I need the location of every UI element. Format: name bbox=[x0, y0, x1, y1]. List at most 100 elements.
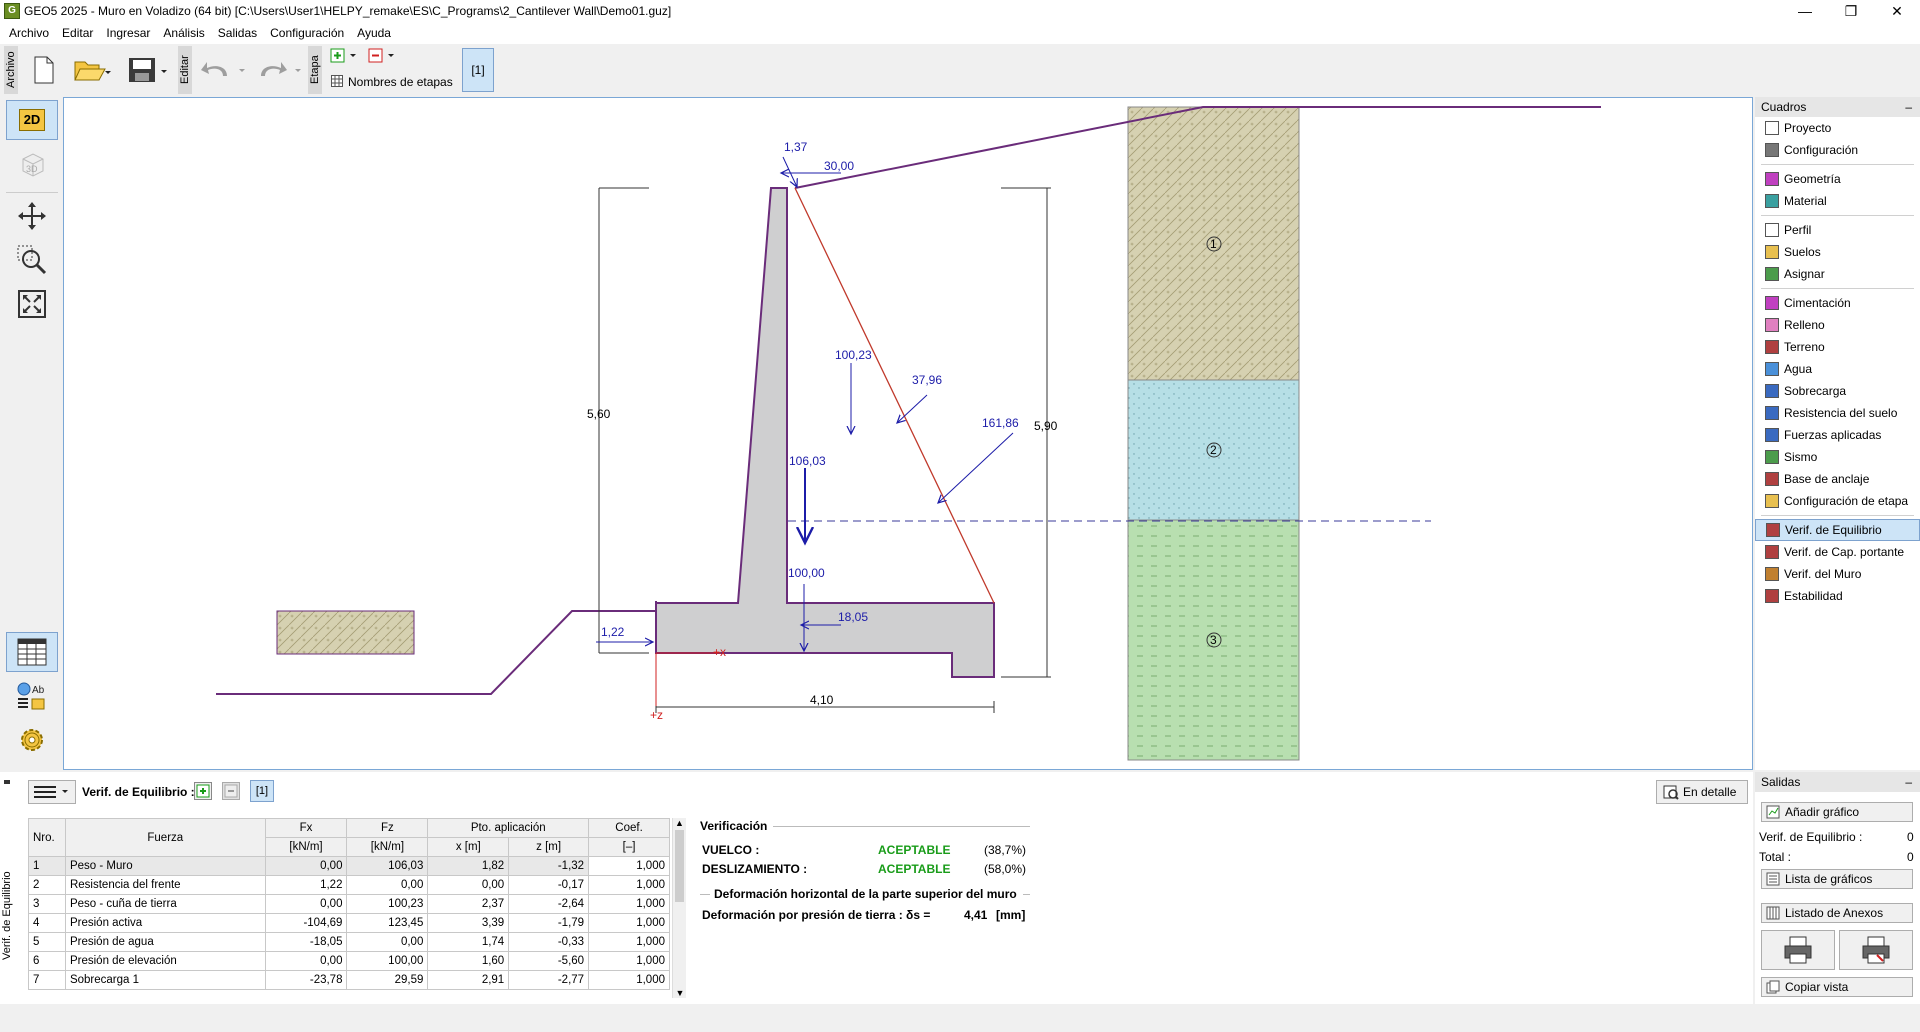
frame-item-equilibrium[interactable]: Verif. de Equilibrio bbox=[1755, 519, 1920, 541]
frame-item-material[interactable]: Material bbox=[1755, 190, 1920, 212]
water-icon bbox=[1765, 362, 1779, 376]
table-row[interactable]: 5 Presión de agua -18,05 0,00 1,74 -0,33 1,000 bbox=[28, 932, 670, 952]
frame-item-resistance[interactable]: Resistencia del suelo bbox=[1755, 402, 1920, 424]
frame-item-water[interactable]: Agua bbox=[1755, 358, 1920, 380]
print-button[interactable] bbox=[1761, 930, 1835, 970]
row-fz: 0,00 bbox=[346, 875, 429, 895]
annex-list-button[interactable]: Listado de Anexos bbox=[1761, 903, 1913, 923]
menu-ingresar[interactable]: Ingresar bbox=[101, 26, 155, 40]
add-graph-button[interactable]: Añadir gráfico bbox=[1761, 802, 1913, 822]
table-row[interactable]: 3 Peso - cuña de tierra 0,00 100,23 2,37 -2,6… bbox=[28, 894, 670, 914]
list-menu-button[interactable] bbox=[28, 780, 76, 804]
menu-ayuda[interactable]: Ayuda bbox=[352, 26, 396, 40]
frame-item-label: Estabilidad bbox=[1784, 589, 1843, 603]
frame-item-bearing[interactable]: Verif. de Cap. portante bbox=[1755, 541, 1920, 563]
outputs-collapse-button[interactable]: – bbox=[1905, 772, 1912, 792]
legend-style-button[interactable]: Ab bbox=[6, 676, 58, 716]
scroll-thumb[interactable] bbox=[675, 830, 684, 902]
verification-summary: Verificación VUELCO : ACEPTABLE (38,7%) … bbox=[700, 818, 1030, 978]
row-coef[interactable]: 1,000 bbox=[588, 894, 670, 914]
col-nro[interactable]: Nro. bbox=[28, 818, 66, 857]
view-2d-button[interactable]: 2D bbox=[6, 100, 58, 140]
copy-view-button[interactable]: Copiar vista bbox=[1761, 977, 1913, 997]
row-coef[interactable]: 1,000 bbox=[588, 970, 670, 990]
frame-item-label: Terreno bbox=[1784, 340, 1825, 354]
frames-collapse-button[interactable]: – bbox=[1905, 97, 1912, 117]
close-button[interactable]: ✕ bbox=[1874, 0, 1920, 22]
row-coef[interactable]: 1,000 bbox=[588, 951, 670, 971]
frame-item-surcharge[interactable]: Sobrecarga bbox=[1755, 380, 1920, 402]
frame-item-terrain[interactable]: Terreno bbox=[1755, 336, 1920, 358]
deformation-value: 4,41 bbox=[964, 908, 988, 922]
menu-configuracion[interactable]: Configuración bbox=[265, 26, 349, 40]
remove-check-button[interactable] bbox=[222, 782, 240, 800]
undo-icon[interactable] bbox=[200, 56, 250, 84]
foundation-icon bbox=[1765, 296, 1779, 310]
menu-analisis[interactable]: Análisis bbox=[158, 26, 209, 40]
frame-item-profile[interactable]: Perfil bbox=[1755, 219, 1920, 241]
etapa-group-label: Etapa bbox=[308, 46, 322, 94]
row-nro: 1 bbox=[28, 856, 66, 876]
frame-item-label: Perfil bbox=[1784, 223, 1812, 237]
dim-height-left: 5,60 bbox=[587, 407, 611, 421]
new-file-icon[interactable] bbox=[30, 54, 58, 86]
table-view-button[interactable] bbox=[6, 632, 58, 672]
row-x: 2,37 bbox=[427, 894, 510, 914]
table-row[interactable]: 6 Presión de elevación 0,00 100,00 1,60 -5,60… bbox=[28, 951, 670, 971]
frame-item-stability[interactable]: Estabilidad bbox=[1755, 585, 1920, 607]
row-coef[interactable]: 1,000 bbox=[588, 913, 670, 933]
outputs-panel: Salidas – Añadir gráfico Verif. de Equil… bbox=[1755, 772, 1920, 1004]
row-z: -5,60 bbox=[508, 951, 590, 971]
frame-item-wall-check[interactable]: Verif. del Muro bbox=[1755, 563, 1920, 585]
frame-item-foundation[interactable]: Cimentación bbox=[1755, 292, 1920, 314]
redo-icon[interactable] bbox=[256, 56, 306, 84]
view-3d-button[interactable]: 3D bbox=[6, 144, 58, 184]
frame-item-assign[interactable]: Asignar bbox=[1755, 263, 1920, 285]
table-row[interactable]: 7 Sobrecarga 1 -23,78 29,59 2,91 -2,77 1,000 bbox=[28, 970, 670, 990]
scroll-down-icon[interactable]: ▼ bbox=[673, 988, 687, 998]
frame-item-soils[interactable]: Suelos bbox=[1755, 241, 1920, 263]
table-row[interactable]: 1 Peso - Muro 0,00 106,03 1,82 -1,32 1,000 bbox=[28, 856, 670, 876]
table-row[interactable]: 2 Resistencia del frente 1,22 0,00 0,00 -0,17… bbox=[28, 875, 670, 895]
window-title: GEO5 2025 - Muro en Voladizo (64 bit) [C… bbox=[24, 4, 672, 18]
save-file-icon[interactable] bbox=[126, 54, 170, 86]
frame-item-gear[interactable]: Configuración bbox=[1755, 139, 1920, 161]
menu-archivo[interactable]: Archivo bbox=[4, 26, 54, 40]
check-stage-tag[interactable]: [1] bbox=[250, 780, 274, 802]
settings-gear-button[interactable] bbox=[6, 720, 58, 760]
stage-config-icon bbox=[1765, 494, 1779, 508]
frame-item-backfill[interactable]: Relleno bbox=[1755, 314, 1920, 336]
remove-stage-icon[interactable] bbox=[368, 48, 398, 64]
menu-editar[interactable]: Editar bbox=[57, 26, 98, 40]
row-coef[interactable]: 1,000 bbox=[588, 856, 670, 876]
frame-item-stage-config[interactable]: Configuración de etapa bbox=[1755, 490, 1920, 512]
table-row[interactable]: 4 Presión activa -104,69 123,45 3,39 -1,79 1,0… bbox=[28, 913, 670, 933]
frame-item-anchor[interactable]: Base de anclaje bbox=[1755, 468, 1920, 490]
print-pdf-button[interactable] bbox=[1839, 930, 1913, 970]
frame-item-earthquake[interactable]: Sismo bbox=[1755, 446, 1920, 468]
stage-names-label[interactable]: Nombres de etapas bbox=[348, 75, 453, 89]
minimize-button[interactable]: — bbox=[1782, 0, 1828, 22]
add-check-button[interactable] bbox=[194, 782, 212, 800]
row-coef[interactable]: 1,000 bbox=[588, 875, 670, 895]
anchor-icon bbox=[1765, 472, 1779, 486]
frame-item-forces[interactable]: Fuerzas aplicadas bbox=[1755, 424, 1920, 446]
drawing-canvas[interactable]: 1 2 3 5,60 5,90 4,10 +x +z 1,37 30,00 10… bbox=[63, 97, 1753, 770]
earth-wedge-line bbox=[794, 187, 995, 604]
stage-1-button[interactable]: [1] bbox=[462, 48, 494, 92]
graph-list-button[interactable]: Lista de gráficos bbox=[1761, 869, 1913, 889]
verification-title: Verificación bbox=[700, 819, 768, 833]
add-stage-icon[interactable] bbox=[330, 48, 360, 64]
menu-salidas[interactable]: Salidas bbox=[213, 26, 262, 40]
restore-button[interactable]: ❐ bbox=[1828, 0, 1874, 22]
detail-button[interactable]: En detalle bbox=[1656, 780, 1748, 804]
fit-view-icon[interactable] bbox=[6, 284, 58, 324]
scroll-up-icon[interactable]: ▲ bbox=[673, 818, 686, 828]
row-coef[interactable]: 1,000 bbox=[588, 932, 670, 952]
frame-item-document[interactable]: Proyecto bbox=[1755, 117, 1920, 139]
table-scrollbar[interactable]: ▲ ▼ bbox=[672, 818, 686, 998]
zoom-icon[interactable] bbox=[6, 240, 58, 280]
frame-item-geometry[interactable]: Geometría bbox=[1755, 168, 1920, 190]
open-file-icon[interactable] bbox=[72, 54, 112, 86]
pan-icon[interactable] bbox=[6, 196, 58, 236]
